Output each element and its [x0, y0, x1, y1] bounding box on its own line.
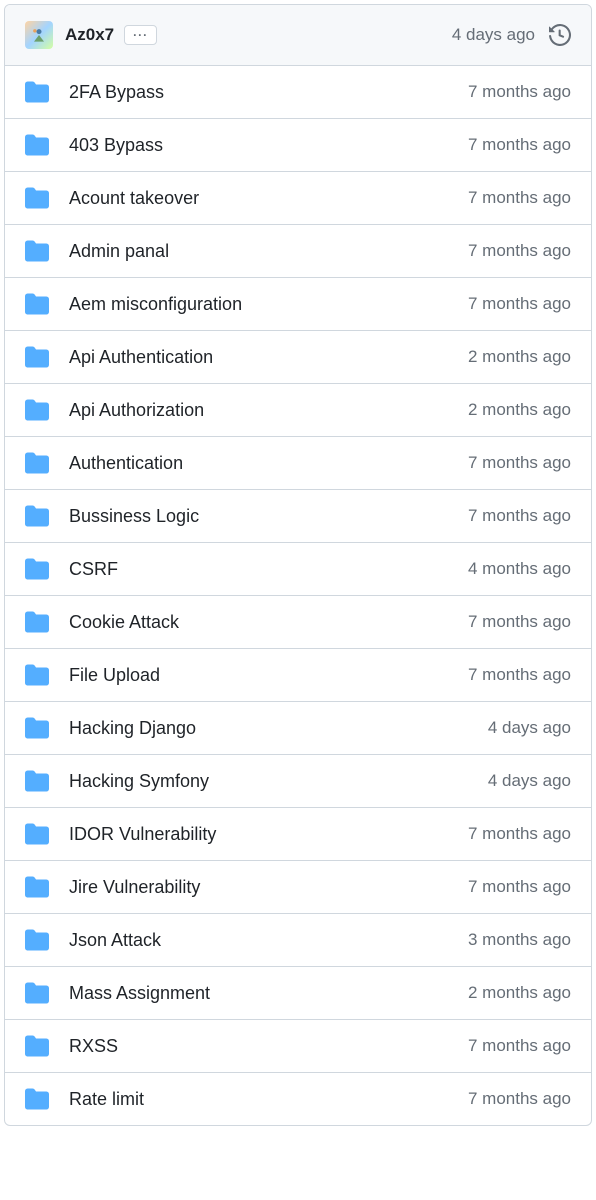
folder-icon [25, 716, 49, 740]
file-name[interactable]: Hacking Django [69, 718, 488, 739]
folder-icon [25, 398, 49, 422]
username-link[interactable]: Az0x7 [65, 25, 114, 45]
file-time: 4 days ago [488, 771, 571, 791]
folder-icon [25, 1034, 49, 1058]
folder-icon [25, 822, 49, 846]
folder-icon [25, 292, 49, 316]
file-time: 7 months ago [468, 665, 571, 685]
table-row[interactable]: CSRF4 months ago [5, 543, 591, 596]
table-row[interactable]: Aem misconfiguration7 months ago [5, 278, 591, 331]
commit-header: Az0x7 ··· 4 days ago [5, 5, 591, 66]
folder-icon [25, 186, 49, 210]
file-time: 7 months ago [468, 241, 571, 261]
file-name[interactable]: Aem misconfiguration [69, 294, 468, 315]
table-row[interactable]: RXSS7 months ago [5, 1020, 591, 1073]
file-time: 7 months ago [468, 453, 571, 473]
table-row[interactable]: Api Authentication2 months ago [5, 331, 591, 384]
file-name[interactable]: CSRF [69, 559, 468, 580]
history-icon[interactable] [549, 24, 571, 46]
file-name[interactable]: Jire Vulnerability [69, 877, 468, 898]
file-time: 7 months ago [468, 188, 571, 208]
file-time: 4 months ago [468, 559, 571, 579]
file-time: 3 months ago [468, 930, 571, 950]
table-row[interactable]: Acount takeover7 months ago [5, 172, 591, 225]
file-name[interactable]: Api Authentication [69, 347, 468, 368]
avatar[interactable] [25, 21, 53, 49]
header-right: 4 days ago [452, 24, 571, 46]
file-name[interactable]: Cookie Attack [69, 612, 468, 633]
table-row[interactable]: Api Authorization2 months ago [5, 384, 591, 437]
file-time: 7 months ago [468, 1036, 571, 1056]
file-name[interactable]: Admin panal [69, 241, 468, 262]
table-row[interactable]: Bussiness Logic7 months ago [5, 490, 591, 543]
file-time: 2 months ago [468, 400, 571, 420]
file-name[interactable]: Acount takeover [69, 188, 468, 209]
file-name[interactable]: Api Authorization [69, 400, 468, 421]
folder-icon [25, 769, 49, 793]
last-commit-time: 4 days ago [452, 25, 535, 45]
table-row[interactable]: File Upload7 months ago [5, 649, 591, 702]
file-name[interactable]: RXSS [69, 1036, 468, 1057]
file-name[interactable]: File Upload [69, 665, 468, 686]
table-row[interactable]: 2FA Bypass7 months ago [5, 66, 591, 119]
table-row[interactable]: Cookie Attack7 months ago [5, 596, 591, 649]
folder-icon [25, 80, 49, 104]
folder-icon [25, 133, 49, 157]
table-row[interactable]: Authentication7 months ago [5, 437, 591, 490]
folder-icon [25, 981, 49, 1005]
folder-icon [25, 928, 49, 952]
file-name[interactable]: Bussiness Logic [69, 506, 468, 527]
file-name[interactable]: IDOR Vulnerability [69, 824, 468, 845]
file-time: 7 months ago [468, 612, 571, 632]
file-time: 7 months ago [468, 824, 571, 844]
table-row[interactable]: IDOR Vulnerability7 months ago [5, 808, 591, 861]
file-name[interactable]: Rate limit [69, 1089, 468, 1110]
folder-icon [25, 345, 49, 369]
table-row[interactable]: Hacking Django4 days ago [5, 702, 591, 755]
file-time: 2 months ago [468, 347, 571, 367]
table-row[interactable]: Hacking Symfony4 days ago [5, 755, 591, 808]
repo-file-browser: Az0x7 ··· 4 days ago 2FA Bypass7 months … [4, 4, 592, 1126]
file-name[interactable]: 403 Bypass [69, 135, 468, 156]
folder-icon [25, 451, 49, 475]
table-row[interactable]: Rate limit7 months ago [5, 1073, 591, 1125]
more-button[interactable]: ··· [124, 25, 157, 45]
file-name[interactable]: Json Attack [69, 930, 468, 951]
folder-icon [25, 1087, 49, 1111]
file-name[interactable]: Hacking Symfony [69, 771, 488, 792]
table-row[interactable]: Json Attack3 months ago [5, 914, 591, 967]
folder-icon [25, 504, 49, 528]
table-row[interactable]: Jire Vulnerability7 months ago [5, 861, 591, 914]
file-name[interactable]: 2FA Bypass [69, 82, 468, 103]
folder-icon [25, 239, 49, 263]
table-row[interactable]: Admin panal7 months ago [5, 225, 591, 278]
file-time: 4 days ago [488, 718, 571, 738]
file-time: 2 months ago [468, 983, 571, 1003]
folder-icon [25, 610, 49, 634]
folder-icon [25, 875, 49, 899]
file-list: 2FA Bypass7 months ago 403 Bypass7 month… [5, 66, 591, 1125]
file-time: 7 months ago [468, 294, 571, 314]
file-name[interactable]: Mass Assignment [69, 983, 468, 1004]
table-row[interactable]: 403 Bypass7 months ago [5, 119, 591, 172]
file-name[interactable]: Authentication [69, 453, 468, 474]
file-time: 7 months ago [468, 135, 571, 155]
folder-icon [25, 663, 49, 687]
file-time: 7 months ago [468, 877, 571, 897]
table-row[interactable]: Mass Assignment2 months ago [5, 967, 591, 1020]
file-time: 7 months ago [468, 82, 571, 102]
folder-icon [25, 557, 49, 581]
file-time: 7 months ago [468, 506, 571, 526]
file-time: 7 months ago [468, 1089, 571, 1109]
